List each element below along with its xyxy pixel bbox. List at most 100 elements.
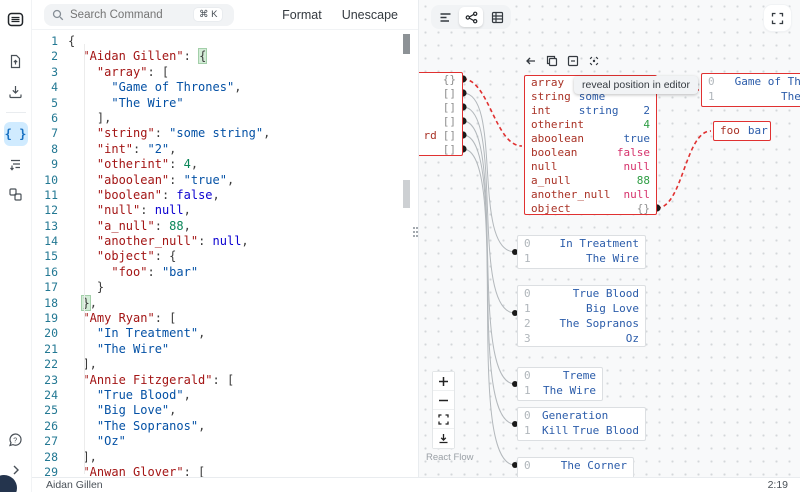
- code-line[interactable]: 22 ],: [32, 357, 418, 372]
- code-line[interactable]: 25 "Big Love",: [32, 403, 418, 418]
- table-view-button[interactable]: [485, 7, 509, 27]
- json-braces-icon[interactable]: { }: [4, 122, 28, 146]
- line-number: 27: [32, 434, 68, 449]
- code-line[interactable]: 8 "int": "2",: [32, 142, 418, 157]
- node-row-key: int: [531, 104, 551, 118]
- root-node-row: {}: [418, 73, 462, 87]
- reactflow-attribution[interactable]: React Flow: [426, 452, 474, 463]
- scrollbar-thumb[interactable]: [403, 180, 410, 208]
- code-line[interactable]: 7 "string": "some string",: [32, 126, 418, 141]
- search-input[interactable]: [70, 9, 188, 21]
- code-line[interactable]: 19 "Amy Ryan": [: [32, 311, 418, 326]
- collapse-node-icon[interactable]: [566, 54, 580, 68]
- line-number: 12: [32, 203, 68, 218]
- filter-icon[interactable]: [4, 152, 28, 176]
- annie-fitzgerald-node[interactable]: 0True Blood1Big Love2The Sopranos3Oz: [517, 285, 646, 347]
- skarsgard-node[interactable]: 0Generation Kill1True Blood: [517, 407, 646, 441]
- anwan-glover-node[interactable]: 0Treme1The Wire: [517, 367, 603, 401]
- code-line[interactable]: 18 },: [32, 296, 418, 311]
- left-sidebar: { } ?: [0, 0, 32, 492]
- selected-object-node[interactable]: arraystringsome stringint2otherint4abool…: [524, 75, 657, 215]
- code-line[interactable]: 5 "The Wire": [32, 96, 418, 111]
- node-row: 1The Wire: [518, 251, 645, 266]
- code-line[interactable]: 11 "boolean": false,: [32, 188, 418, 203]
- node-row-index: 0: [524, 458, 534, 473]
- node-row-index: 2: [524, 316, 534, 331]
- code-line[interactable]: 15 "object": {: [32, 249, 418, 264]
- code-line[interactable]: 9 "otherint": 4,: [32, 157, 418, 172]
- line-number: 25: [32, 403, 68, 418]
- panel-resize-handle[interactable]: [413, 227, 419, 239]
- code-line[interactable]: 28 ],: [32, 450, 418, 465]
- unescape-button[interactable]: Unescape: [332, 8, 408, 22]
- node-row-key: a_null: [531, 174, 571, 188]
- fit-view-button[interactable]: [433, 410, 454, 429]
- line-number: 5: [32, 96, 68, 111]
- node-row: a_null 88: [525, 174, 656, 188]
- code-line[interactable]: 10 "aboolean": "true",: [32, 173, 418, 188]
- graph-panel[interactable]: {}[][][]rd[][] arraystringsome stringint…: [418, 0, 800, 477]
- code-line[interactable]: 1{: [32, 34, 418, 49]
- node-toolbar: [524, 54, 601, 68]
- copy-icon[interactable]: [545, 54, 559, 68]
- code-line[interactable]: 23 "Annie Fitzgerald": [: [32, 373, 418, 388]
- transform-nodes-icon[interactable]: [4, 182, 28, 206]
- node-row: booleanfalse: [525, 146, 656, 160]
- zoom-out-button[interactable]: [433, 391, 454, 410]
- zoom-in-button[interactable]: [433, 372, 454, 391]
- node-row-value: 88: [637, 174, 650, 188]
- search-command-box[interactable]: ⌘ K: [44, 4, 234, 26]
- line-number: 14: [32, 234, 68, 249]
- zoom-controls: [432, 371, 455, 449]
- root-row-bracket: []: [443, 115, 456, 129]
- code-line[interactable]: 14 "another_null": null,: [32, 234, 418, 249]
- node-row-value: null: [624, 160, 651, 174]
- amy-ryan-node[interactable]: 0In Treatment1The Wire: [517, 235, 646, 269]
- code-line[interactable]: 16 "foo": "bar": [32, 265, 418, 280]
- code-editor[interactable]: 1{2 "Aidan Gillen": {3 "array": [4 "Game…: [32, 30, 418, 477]
- code-line[interactable]: 29 "Anwan Glover": [: [32, 465, 418, 477]
- code-line[interactable]: 2 "Aidan Gillen": {: [32, 49, 418, 64]
- expand-icon: [771, 12, 784, 25]
- line-number: 20: [32, 326, 68, 341]
- back-arrow-icon[interactable]: [524, 54, 538, 68]
- object-node[interactable]: foo bar: [713, 121, 771, 141]
- snapshot-button[interactable]: [433, 429, 454, 448]
- node-row: 2The Sopranos: [518, 316, 645, 331]
- code-line[interactable]: 27 "Oz": [32, 434, 418, 449]
- corner-node[interactable]: 0The Corner: [517, 457, 634, 477]
- line-content: "Game of Thrones",: [68, 80, 241, 95]
- code-line[interactable]: 17 }: [32, 280, 418, 295]
- graph-view-button[interactable]: [459, 7, 483, 27]
- code-line[interactable]: 21 "The Wire": [32, 342, 418, 357]
- text-view-button[interactable]: [433, 7, 457, 27]
- import-file-icon[interactable]: [4, 49, 28, 73]
- line-content: ],: [68, 450, 97, 465]
- line-content: "null": null,: [68, 203, 191, 218]
- fullscreen-button[interactable]: [764, 5, 791, 31]
- align-left-icon: [439, 11, 452, 24]
- root-row-bracket: []: [443, 101, 456, 115]
- focus-node-icon[interactable]: [587, 54, 601, 68]
- root-node[interactable]: {}[][][]rd[][]: [418, 72, 463, 156]
- app-logo-icon[interactable]: [4, 7, 28, 31]
- help-chat-icon[interactable]: ?: [4, 428, 28, 452]
- format-button[interactable]: Format: [272, 8, 332, 22]
- node-row-value: null: [624, 188, 651, 202]
- download-icon[interactable]: [4, 79, 28, 103]
- code-line[interactable]: 13 "a_null": 88,: [32, 219, 418, 234]
- braces-glyph: { }: [5, 127, 27, 141]
- code-line[interactable]: 24 "True Blood",: [32, 388, 418, 403]
- code-line[interactable]: 20 "In Treatment",: [32, 326, 418, 341]
- line-content: "True Blood",: [68, 388, 191, 403]
- array-node[interactable]: 0Game of Thrones1The Wire: [701, 73, 800, 107]
- code-line[interactable]: 3 "array": [: [32, 65, 418, 80]
- root-row-bracket: []: [443, 87, 456, 101]
- breadcrumb-path[interactable]: Aidan Gillen: [46, 479, 103, 491]
- code-line[interactable]: 12 "null": null,: [32, 203, 418, 218]
- code-line[interactable]: 4 "Game of Thrones",: [32, 80, 418, 95]
- graph-view-icon: [465, 11, 478, 24]
- code-line[interactable]: 26 "The Sopranos",: [32, 419, 418, 434]
- code-line[interactable]: 6 ],: [32, 111, 418, 126]
- line-content: "Aidan Gillen": {: [68, 49, 206, 64]
